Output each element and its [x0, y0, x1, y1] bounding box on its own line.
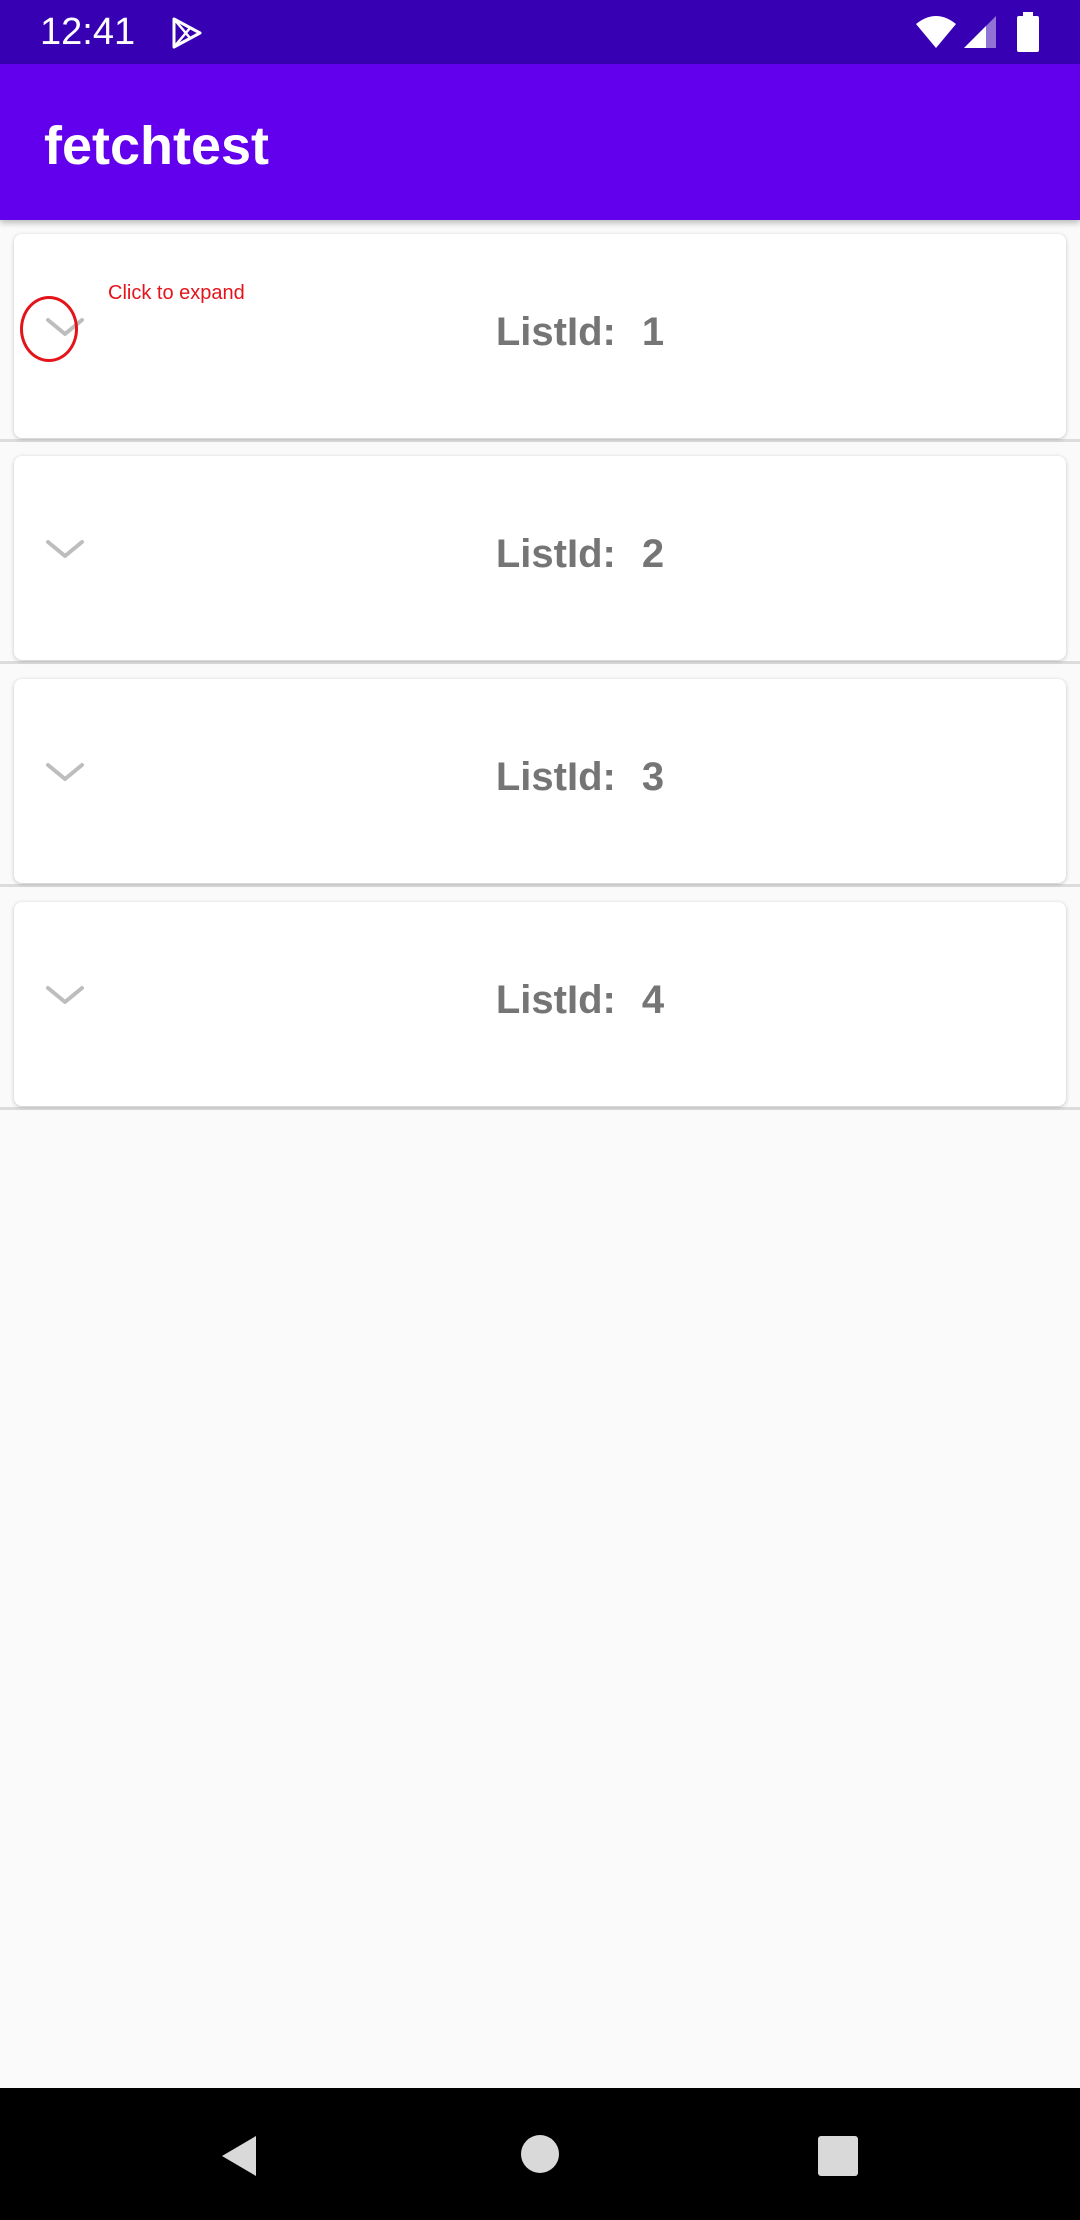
recents-icon[interactable] — [818, 2136, 858, 2176]
wifi-icon — [916, 16, 956, 48]
home-icon[interactable] — [520, 2134, 560, 2174]
list-item[interactable]: ListId: 3 — [0, 665, 1080, 887]
list-card[interactable]: ListId: 1 — [14, 234, 1066, 438]
list-item-title: ListId: 1 — [14, 308, 1066, 356]
list-item-value: 2 — [641, 532, 665, 576]
list-item-value: 1 — [641, 310, 665, 354]
list-item-label: ListId: — [495, 310, 616, 354]
list-item-title: ListId: 3 — [14, 753, 1066, 801]
cell-signal-icon — [964, 16, 996, 48]
list-card[interactable]: ListId: 3 — [14, 679, 1066, 883]
list-item-label: ListId: — [495, 978, 616, 1022]
status-bar: 12:41 — [0, 0, 1080, 64]
list-item-value: 3 — [641, 755, 665, 799]
app-bar: fetchtest — [0, 64, 1080, 220]
annotation-text: Click to expand — [108, 282, 245, 304]
play-store-icon — [172, 17, 202, 49]
list-item-title: ListId: 2 — [14, 530, 1066, 578]
list-item[interactable]: ListId: 2 — [0, 442, 1080, 664]
battery-icon — [1017, 12, 1039, 52]
list-card[interactable]: ListId: 4 — [14, 902, 1066, 1106]
list-item[interactable]: ListId: 1 — [0, 220, 1080, 442]
navigation-bar — [0, 2088, 1080, 2220]
annotation-highlight-circle — [20, 296, 78, 362]
list-item[interactable]: ListId: 4 — [0, 888, 1080, 1110]
list-item-title: ListId: 4 — [14, 976, 1066, 1024]
list-item-label: ListId: — [495, 755, 616, 799]
status-time: 12:41 — [40, 11, 136, 53]
list-item-value: 4 — [641, 978, 665, 1022]
app-title: fetchtest — [44, 116, 270, 176]
list-item-label: ListId: — [495, 532, 616, 576]
back-icon[interactable] — [218, 2134, 260, 2178]
list-card[interactable]: ListId: 2 — [14, 456, 1066, 660]
